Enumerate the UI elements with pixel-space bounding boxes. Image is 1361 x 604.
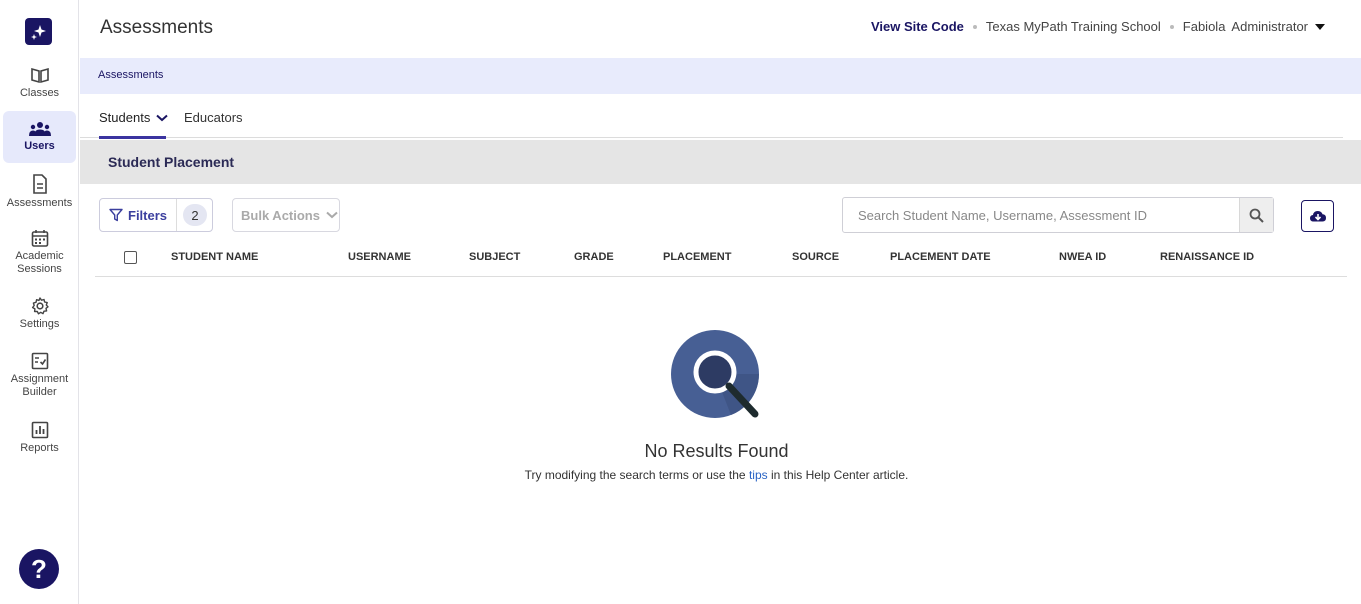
checklist-icon [31,352,48,370]
section-title: Student Placement [108,154,235,170]
tab-bar: Students Educators [80,94,1343,139]
help-icon: ? [31,553,47,584]
user-role[interactable]: Administrator [1231,19,1308,34]
select-all-checkbox[interactable] [124,251,137,264]
sidebar-item-label: Academic Sessions [15,250,64,275]
tips-link[interactable]: tips [749,468,768,482]
help-button[interactable]: ? [19,549,59,589]
search-input[interactable] [843,198,1239,232]
sidebar-item-settings[interactable]: Settings [3,297,76,333]
tab-label: Educators [184,110,243,125]
column-header[interactable]: SUBJECT [469,251,520,263]
download-button[interactable] [1301,200,1334,232]
filters-count-badge: 2 [183,204,207,226]
page-title: Assessments [100,17,213,38]
document-icon [32,174,47,194]
top-header: Assessments View Site Code Texas MyPath … [80,0,1361,58]
sidebar-item-assignment-builder[interactable]: Assignment Builder [3,352,76,400]
filters-label: Filters [128,207,168,223]
search-button[interactable] [1239,198,1273,232]
header-account-area: View Site Code Texas MyPath Training Sch… [871,19,1325,34]
column-header[interactable]: GRADE [574,251,614,263]
column-header[interactable]: NWEA ID [1059,251,1106,263]
sidebar-item-assessments[interactable]: Assessments [3,174,76,210]
separator-dot [972,24,977,29]
sidebar-item-label: Assessments [6,197,73,209]
no-results-title: No Results Found [644,441,789,461]
search-box [842,197,1274,233]
filter-icon [109,208,123,222]
column-header[interactable]: PLACEMENT DATE [890,251,991,263]
column-header[interactable]: STUDENT NAME [171,251,258,263]
user-name[interactable]: Fabiola [1183,19,1226,34]
tab-students[interactable]: Students [99,110,168,125]
no-results-magnifier-icon [671,330,759,418]
users-icon [28,122,51,136]
active-tab-indicator [99,136,166,139]
no-results-message: Try modifying the search terms or use th… [0,468,1361,482]
gear-icon [31,297,49,315]
breadcrumb[interactable]: Assessments [98,69,163,81]
sidebar-item-label: Classes [19,87,60,99]
column-header[interactable]: SOURCE [792,251,839,263]
tab-label: Students [99,110,151,125]
column-header[interactable]: PLACEMENT [663,251,731,263]
school-name: Texas MyPath Training School [985,19,1161,34]
message-text: in this Help Center article. [767,468,909,482]
sidebar-item-label: Assignment Builder [10,373,69,398]
cloud-download-icon [1309,211,1326,222]
sidebar-item-users[interactable]: Users [3,111,76,163]
chevron-down-icon [326,211,338,219]
sidebar-item-academic-sessions[interactable]: Academic Sessions [3,229,76,277]
column-header[interactable]: USERNAME [348,251,411,263]
caret-down-icon[interactable] [1315,23,1325,30]
bulk-actions-dropdown[interactable]: Bulk Actions [232,198,340,232]
filters-button[interactable]: Filters 2 [99,198,213,232]
column-header[interactable]: RENAISSANCE ID [1160,251,1254,263]
message-text: Try modifying the search terms or use th… [524,468,749,482]
breadcrumb-bar: Assessments [80,58,1361,94]
table-header: STUDENT NAME USERNAME SUBJECT GRADE PLAC… [95,240,1347,277]
sidebar-item-label: Users [24,140,55,152]
app-logo[interactable] [25,18,52,45]
tab-educators[interactable]: Educators [184,110,243,125]
calendar-icon [31,230,48,247]
sidebar-item-classes[interactable]: Classes [3,66,76,102]
separator-dot [1169,24,1174,29]
section-header: Student Placement [80,140,1361,184]
left-nav: Classes Users Assessments Academic Sessi… [0,0,79,604]
sparkle-icon [30,24,46,40]
chevron-down-icon [156,114,168,121]
search-icon [1249,208,1264,223]
bulk-actions-label: Bulk Actions [241,207,320,223]
open-book-icon [30,67,49,84]
bar-chart-icon [31,421,48,439]
filters-toggle[interactable]: Filters [100,199,177,231]
view-site-code-link[interactable]: View Site Code [871,19,964,34]
sidebar-item-label: Settings [19,318,60,330]
